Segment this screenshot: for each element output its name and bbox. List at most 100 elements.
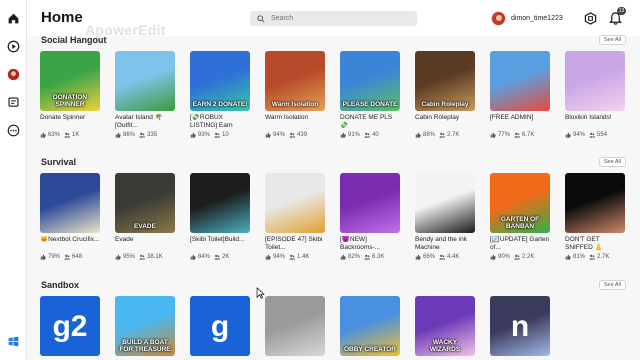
game-card[interactable]: Warm Isolation Warm Isolation 94% 439: [265, 51, 325, 138]
game-thumbnail[interactable]: g: [190, 296, 250, 356]
game-card[interactable]: EVADE Evade 95% 38.1K: [115, 173, 175, 260]
game-card[interactable]: BUILD A BOAT FOR TREASURE: [115, 296, 175, 356]
game-thumbnail[interactable]: [565, 173, 625, 233]
game-carousel: DONATION SPINNER Donate Spinner 63% 1K Avata…: [40, 51, 625, 138]
game-thumbnail[interactable]: Cabin Roleplay: [415, 51, 475, 111]
search-icon: [257, 14, 265, 23]
more-icon[interactable]: [5, 122, 22, 139]
game-title[interactable]: [FREE ADMIN]: [490, 114, 550, 130]
section-title[interactable]: Survival: [41, 157, 76, 167]
thumbnail-text: PLEASE DONATE: [342, 101, 398, 108]
players-icon: [64, 254, 70, 260]
see-all-button[interactable]: See All: [598, 157, 626, 167]
thumbs-up-icon: [340, 132, 346, 138]
game-card[interactable]: g2: [40, 296, 100, 356]
game-title[interactable]: [EPISODE 47] Skibi Toilet...: [265, 236, 325, 252]
search-input[interactable]: Search: [250, 11, 417, 26]
players-icon: [214, 254, 220, 260]
game-card[interactable]: DONATION SPINNER Donate Spinner 63% 1K: [40, 51, 100, 138]
game-title[interactable]: Cabin Roleplay: [415, 114, 475, 130]
game-title[interactable]: Warm Isolation: [265, 114, 325, 130]
notifications-badge: 13: [617, 7, 626, 15]
game-thumbnail[interactable]: [265, 173, 325, 233]
chat-icon[interactable]: [5, 94, 22, 111]
game-stats: 86% 335: [115, 132, 175, 138]
play-icon[interactable]: [5, 38, 22, 55]
rating-value: 91%: [348, 132, 361, 138]
game-card[interactable]: PLEASE DONATE DONATE ME PLS 💸 91% 40: [340, 51, 400, 138]
game-title[interactable]: Evade: [115, 236, 175, 252]
game-thumbnail[interactable]: [190, 173, 250, 233]
see-all-button[interactable]: See All: [598, 280, 626, 290]
game-title[interactable]: DON'T GET SNIFFED 👃: [565, 236, 625, 252]
game-title[interactable]: [😈NEW] Backrooms-...: [340, 236, 400, 252]
game-title[interactable]: 🐱Nextbot Crucifix...: [40, 236, 100, 252]
game-card[interactable]: [Skibi Toilet]Build... 84% 2K: [190, 173, 250, 260]
game-card[interactable]: [FREE ADMIN] 77% 6.7K: [490, 51, 550, 138]
game-card[interactable]: 🐱Nextbot Crucifix... 79% 648: [40, 173, 100, 260]
game-thumbnail[interactable]: [40, 173, 100, 233]
game-thumbnail[interactable]: GARTEN OF BANBAN: [490, 173, 550, 233]
game-card[interactable]: DON'T GET SNIFFED 👃 81% 2.7K: [565, 173, 625, 260]
game-title[interactable]: Bloxikin Islands!: [565, 114, 625, 130]
game-card[interactable]: g: [190, 296, 250, 356]
game-thumbnail[interactable]: [490, 51, 550, 111]
game-thumbnail[interactable]: [415, 173, 475, 233]
game-card[interactable]: [EPISODE 47] Skibi Toilet... 94% 1.4K: [265, 173, 325, 260]
game-stats: 94% 439: [265, 132, 325, 138]
game-card[interactable]: Avatar Island 🌴[Outfit... 86% 335: [115, 51, 175, 138]
robux-icon[interactable]: [584, 12, 597, 25]
game-card[interactable]: Bloxikin Islands! 94% 554: [565, 51, 625, 138]
game-thumbnail[interactable]: DONATION SPINNER: [40, 51, 100, 111]
game-thumbnail[interactable]: [565, 51, 625, 111]
avatar-icon[interactable]: [5, 66, 22, 83]
game-thumbnail[interactable]: WACKY WIZARDS: [415, 296, 475, 356]
section-header: Survival See All: [40, 157, 630, 173]
players-count: 2K: [222, 254, 230, 260]
game-thumbnail[interactable]: n: [490, 296, 550, 356]
game-card[interactable]: WACKY WIZARDS: [415, 296, 475, 356]
game-title[interactable]: Bendy and the ink Machine: [415, 236, 475, 252]
game-thumbnail[interactable]: PLEASE DONATE: [340, 51, 400, 111]
game-card[interactable]: OBBY CREATOR: [340, 296, 400, 356]
game-card[interactable]: Bendy and the ink Machine 66% 4.4K: [415, 173, 475, 260]
game-card[interactable]: [265, 296, 325, 356]
game-title[interactable]: DONATE ME PLS 💸: [340, 114, 400, 130]
thumbs-up-icon: [40, 132, 46, 138]
section-title[interactable]: Social Hangout: [41, 35, 107, 45]
game-card[interactable]: Cabin Roleplay Cabin Roleplay 88% 2.7K: [415, 51, 475, 138]
game-thumbnail[interactable]: [115, 51, 175, 111]
game-thumbnail[interactable]: EARN 2 DONATE!: [190, 51, 250, 111]
rating-value: 90%: [498, 254, 511, 260]
game-title[interactable]: [🔄UPDATE] Garten of...: [490, 236, 550, 252]
game-card[interactable]: GARTEN OF BANBAN [🔄UPDATE] Garten of... 90…: [490, 173, 550, 260]
players-count: 1.4K: [297, 254, 310, 260]
game-thumbnail[interactable]: g2: [40, 296, 100, 356]
game-thumbnail[interactable]: [340, 173, 400, 233]
players-icon: [289, 254, 295, 260]
players-icon: [589, 132, 595, 138]
game-title[interactable]: [💸ROBUX LISTING] Earn: [190, 114, 250, 130]
players-count: 4.4K: [447, 254, 460, 260]
game-title[interactable]: Avatar Island 🌴[Outfit...: [115, 114, 175, 130]
home-icon[interactable]: [5, 10, 22, 27]
game-thumbnail[interactable]: BUILD A BOAT FOR TREASURE: [115, 296, 175, 356]
section-title[interactable]: Sandbox: [41, 280, 79, 290]
user-profile-link[interactable]: dimon_time1223: [491, 11, 563, 26]
see-all-button[interactable]: See All: [598, 35, 626, 45]
game-card[interactable]: n: [490, 296, 550, 356]
game-card[interactable]: [😈NEW] Backrooms-... 82% 6.3K: [340, 173, 400, 260]
game-card[interactable]: EARN 2 DONATE! [💸ROBUX LISTING] Earn 93% 10: [190, 51, 250, 138]
thumbs-up-icon: [415, 254, 421, 260]
game-thumbnail[interactable]: [265, 296, 325, 356]
game-title[interactable]: [Skibi Toilet]Build...: [190, 236, 250, 252]
windows-icon[interactable]: [5, 333, 22, 350]
players-count: 38.1K: [147, 254, 163, 260]
game-thumbnail[interactable]: EVADE: [115, 173, 175, 233]
game-stats: 94% 554: [565, 132, 625, 138]
rating-value: 94%: [273, 132, 286, 138]
game-title[interactable]: Donate Spinner: [40, 114, 100, 130]
game-stats: 79% 648: [40, 254, 100, 260]
game-thumbnail[interactable]: OBBY CREATOR: [340, 296, 400, 356]
game-thumbnail[interactable]: Warm Isolation: [265, 51, 325, 111]
